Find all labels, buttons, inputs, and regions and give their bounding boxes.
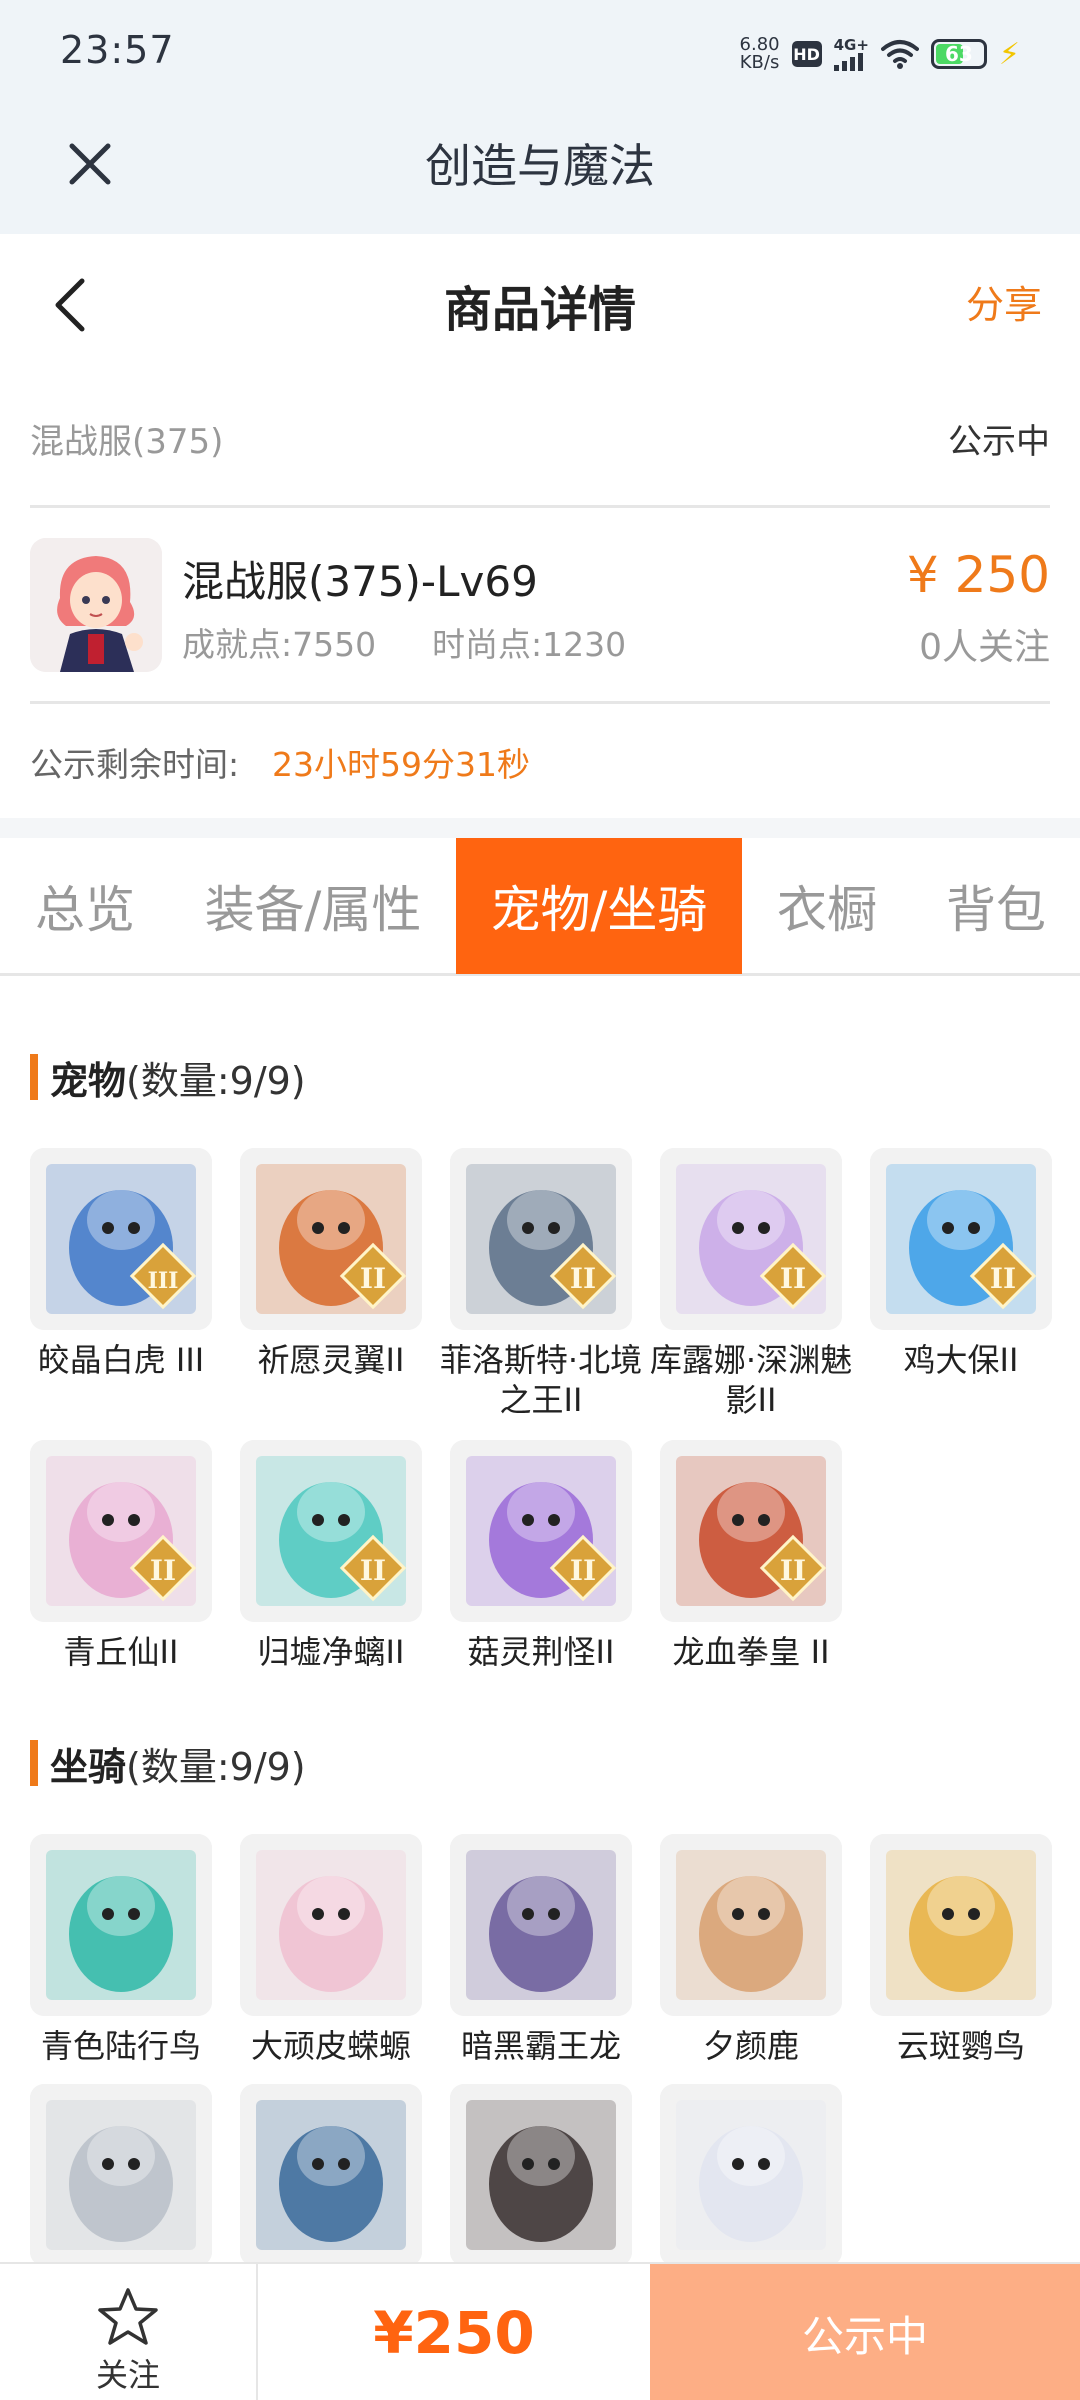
- follow-button[interactable]: 关注: [0, 2264, 258, 2400]
- star-icon: [98, 2288, 158, 2345]
- charging-icon: ⚡: [998, 36, 1020, 72]
- svg-text:II: II: [780, 1262, 806, 1295]
- section-accent-bar: [30, 1054, 38, 1100]
- cellular-signal-icon: 4G+: [833, 35, 869, 71]
- mount-image: [240, 1834, 422, 2016]
- public-status-button[interactable]: 公示中: [650, 2264, 1080, 2400]
- top-area: 23:57 6.80 KB/s HD 4G+ 63 ⚡ 创造与魔法: [0, 0, 1080, 234]
- status-icons: 6.80 KB/s HD 4G+ 63 ⚡: [740, 34, 1020, 74]
- page-header: 商品详情 分享: [0, 234, 1080, 374]
- svg-text:II: II: [570, 1554, 596, 1587]
- tab-equipment[interactable]: 装备/属性: [170, 838, 456, 974]
- mounts-count: (数量:9/9): [126, 1744, 306, 1789]
- mounts-title: 坐骑: [50, 1744, 127, 1789]
- pet-image: II: [660, 1440, 842, 1622]
- pets-section-title: 宠物 (数量:9/9): [30, 1052, 306, 1103]
- mount-image: [660, 1834, 842, 2016]
- svg-text:III: III: [148, 1268, 179, 1294]
- pet-name: 菲洛斯特·北境之王II: [439, 1341, 643, 1419]
- pets-title: 宠物: [50, 1058, 127, 1103]
- mount-name: 暗黑霸王龙: [460, 2027, 621, 2065]
- share-button[interactable]: 分享: [966, 274, 1042, 329]
- mount-image: [450, 1834, 632, 2016]
- public-timer: 公示剩余时间: 23小时59分31秒: [30, 704, 1050, 818]
- follower-count: 0人关注: [919, 627, 1050, 668]
- mount-image: [450, 2084, 632, 2266]
- pet-name: 菇灵荆怪II: [467, 1633, 615, 1671]
- pet-name: 青丘仙II: [63, 1633, 179, 1671]
- network-speed-unit: KB/s: [739, 52, 780, 73]
- mount-name: 云斑鹦鸟: [896, 2027, 1025, 2065]
- bottom-price: ¥250: [373, 2299, 535, 2367]
- svg-text:II: II: [150, 1554, 176, 1587]
- bottom-bar: 关注 ¥250 公示中: [0, 2262, 1080, 2400]
- follow-label: 关注: [95, 2356, 160, 2394]
- pet-name: 归墟净螭II: [257, 1633, 405, 1671]
- page-title: 商品详情: [443, 282, 636, 338]
- character-avatar: [30, 538, 162, 672]
- mount-image: [240, 2084, 422, 2266]
- pet-image: II: [450, 1440, 632, 1622]
- status-time: 23:57: [60, 28, 175, 72]
- mount-name: 夕颜鹿: [702, 2027, 799, 2065]
- svg-text:II: II: [570, 1262, 596, 1295]
- pet-image: III: [30, 1148, 212, 1330]
- pet-image: II: [240, 1440, 422, 1622]
- mount-image: [30, 2084, 212, 2266]
- mount-name: 青色陆行鸟: [40, 2027, 201, 2065]
- network-speed: 6.80 KB/s: [740, 36, 780, 72]
- server-row: 混战服(375) 公示中: [30, 374, 1050, 508]
- item-price: ¥ 250: [906, 546, 1050, 604]
- battery-level: 63: [945, 42, 973, 66]
- mount-image: [870, 1834, 1052, 2016]
- server-name: 混战服(375): [30, 422, 224, 462]
- pet-image: II: [30, 1440, 212, 1622]
- pet-image: II: [870, 1148, 1052, 1330]
- tab-overview[interactable]: 总览: [0, 838, 170, 974]
- svg-text:II: II: [780, 1554, 806, 1587]
- tab-backpack[interactable]: 背包: [912, 838, 1080, 974]
- pet-image: II: [450, 1148, 632, 1330]
- pet-name: 龙血拳皇 II: [672, 1633, 830, 1671]
- app-header: 创造与魔法: [0, 110, 1080, 234]
- pet-name: 鸡大保II: [903, 1341, 1019, 1379]
- mount-name: 大顽皮蝾螈: [250, 2027, 411, 2065]
- network-type-label: 4G+: [833, 35, 869, 54]
- item-summary[interactable]: 混战服(375)-Lv69 成就点:7550 时尚点:1230 ¥ 250 0人…: [30, 508, 1050, 704]
- timer-label: 公示剩余时间:: [30, 745, 240, 784]
- pets-count: (数量:9/9): [126, 1058, 306, 1103]
- wifi-icon: [880, 40, 919, 69]
- timer-value: 23小时59分31秒: [272, 745, 530, 784]
- tab-pets-mounts[interactable]: 宠物/坐骑: [456, 838, 742, 974]
- pet-image: II: [660, 1148, 842, 1330]
- mount-image: [660, 2084, 842, 2266]
- achievement-points: 成就点:7550: [182, 625, 377, 664]
- tab-bar: 总览 装备/属性 宠物/坐骑 衣橱 背包: [0, 838, 1080, 976]
- status-bar: 23:57 6.80 KB/s HD 4G+ 63 ⚡: [0, 0, 1080, 110]
- pet-name: 皎晶白虎 III: [37, 1341, 205, 1379]
- mounts-section-title: 坐骑 (数量:9/9): [30, 1738, 306, 1789]
- pet-image: II: [240, 1148, 422, 1330]
- hd-icon: HD: [791, 41, 822, 67]
- section-divider: [0, 818, 1080, 838]
- battery-icon: 63: [930, 39, 987, 69]
- svg-text:II: II: [360, 1262, 386, 1295]
- pet-name: 库露娜·深渊魅影II: [649, 1341, 853, 1419]
- tab-wardrobe[interactable]: 衣橱: [742, 838, 912, 974]
- svg-text:II: II: [990, 1262, 1016, 1295]
- fashion-points: 时尚点:1230: [432, 625, 627, 664]
- section-accent-bar: [30, 1740, 38, 1786]
- pet-name: 祈愿灵翼II: [257, 1341, 405, 1379]
- svg-text:II: II: [360, 1554, 386, 1587]
- item-name: 混战服(375)-Lv69: [182, 557, 538, 606]
- mount-image: [30, 1834, 212, 2016]
- public-status: 公示中: [948, 422, 1050, 462]
- app-title: 创造与魔法: [425, 139, 655, 193]
